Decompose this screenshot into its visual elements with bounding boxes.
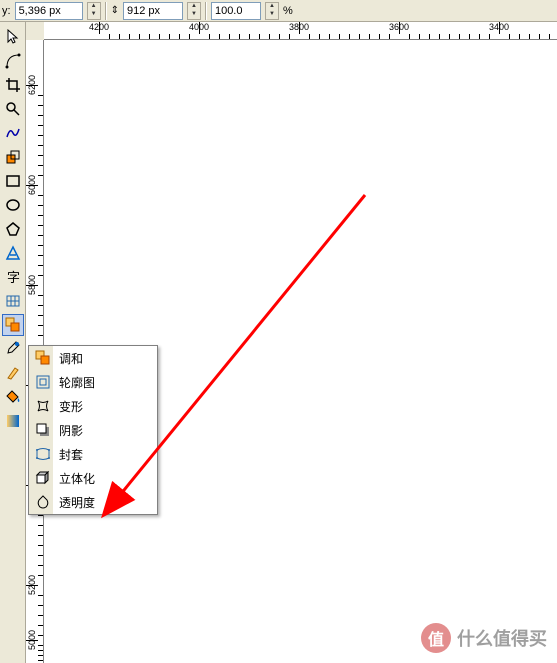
zoom-value: 100.0: [215, 5, 243, 17]
shape-tool[interactable]: [2, 50, 24, 72]
menu-item-extrude[interactable]: 立体化: [29, 466, 157, 490]
blend-icon: [33, 348, 53, 368]
menu-item-label: 轮廓图: [59, 374, 95, 391]
watermark: 值 什么值得买: [421, 623, 547, 653]
eyedropper-tool[interactable]: [2, 338, 24, 360]
options-bar: y: 5,396 px ▲▼ ⇕ 912 px ▲▼ 100.0 ▲▼ %: [0, 0, 557, 22]
y-spinner[interactable]: ▲▼: [87, 2, 101, 20]
smart-fill-tool[interactable]: [2, 146, 24, 168]
shadow-icon: [33, 420, 53, 440]
interactive-effects-tool[interactable]: [2, 314, 24, 336]
zoom-spinner[interactable]: ▲▼: [265, 2, 279, 20]
ruler-v-label: 5000: [27, 630, 37, 650]
menu-item-label: 立体化: [59, 470, 95, 487]
dim-value: 912 px: [127, 5, 160, 17]
menu-item-label: 调和: [59, 350, 83, 367]
menu-item-label: 阴影: [59, 422, 83, 439]
ruler-horizontal[interactable]: 420040003800360034003200: [44, 22, 557, 40]
ruler-h-label: 3600: [389, 22, 409, 32]
toolbox: 字: [0, 22, 26, 663]
y-value: 5,396 px: [19, 5, 61, 17]
dim-spinner[interactable]: ▲▼: [187, 2, 201, 20]
basic-shapes-tool[interactable]: [2, 242, 24, 264]
dim-icon: ⇕: [111, 5, 119, 16]
main-area: 字 420040003800360034003200 6200600058005…: [0, 22, 557, 663]
ellipse-tool[interactable]: [2, 194, 24, 216]
dim-input[interactable]: 912 px: [123, 2, 183, 20]
ruler-v-label: 6200: [27, 75, 37, 95]
svg-text:字: 字: [7, 270, 20, 285]
ruler-v-label: 5200: [27, 575, 37, 595]
watermark-badge: 值: [421, 623, 451, 653]
zoom-input[interactable]: 100.0: [211, 2, 261, 20]
contour-icon: [33, 372, 53, 392]
menu-item-label: 封套: [59, 446, 83, 463]
watermark-text: 什么值得买: [457, 625, 547, 651]
distort-icon: [33, 396, 53, 416]
menu-item-blend[interactable]: 调和: [29, 346, 157, 370]
fill-tool[interactable]: [2, 386, 24, 408]
pick-tool[interactable]: [2, 26, 24, 48]
zoom-unit: %: [283, 5, 293, 17]
menu-item-shadow[interactable]: 阴影: [29, 418, 157, 442]
y-input[interactable]: 5,396 px: [15, 2, 83, 20]
ruler-area: 420040003800360034003200 620060005800560…: [26, 22, 557, 663]
envelope-icon: [33, 444, 53, 464]
extrude-icon: [33, 468, 53, 488]
transparency-icon: [33, 492, 53, 512]
menu-item-contour[interactable]: 轮廓图: [29, 370, 157, 394]
effects-flyout-menu: 调和轮廓图变形阴影封套立体化透明度: [28, 345, 158, 515]
y-label: y:: [2, 5, 11, 17]
menu-item-transparency[interactable]: 透明度: [29, 490, 157, 514]
ruler-h-label: 3400: [489, 22, 509, 32]
separator: [105, 2, 107, 20]
ruler-v-label: 5800: [27, 275, 37, 295]
menu-item-label: 透明度: [59, 494, 95, 511]
ruler-h-label: 4000: [189, 22, 209, 32]
rectangle-tool[interactable]: [2, 170, 24, 192]
zoom-tool[interactable]: [2, 98, 24, 120]
polygon-tool[interactable]: [2, 218, 24, 240]
separator: [205, 2, 207, 20]
freehand-tool[interactable]: [2, 122, 24, 144]
interactive-fill-tool[interactable]: [2, 410, 24, 432]
ruler-h-label: 3800: [289, 22, 309, 32]
crop-tool[interactable]: [2, 74, 24, 96]
menu-item-label: 变形: [59, 398, 83, 415]
menu-item-envelope[interactable]: 封套: [29, 442, 157, 466]
outline-tool[interactable]: [2, 362, 24, 384]
table-tool[interactable]: [2, 290, 24, 312]
text-tool[interactable]: 字: [2, 266, 24, 288]
ruler-v-label: 6000: [27, 175, 37, 195]
menu-item-distort[interactable]: 变形: [29, 394, 157, 418]
ruler-h-label: 4200: [89, 22, 109, 32]
